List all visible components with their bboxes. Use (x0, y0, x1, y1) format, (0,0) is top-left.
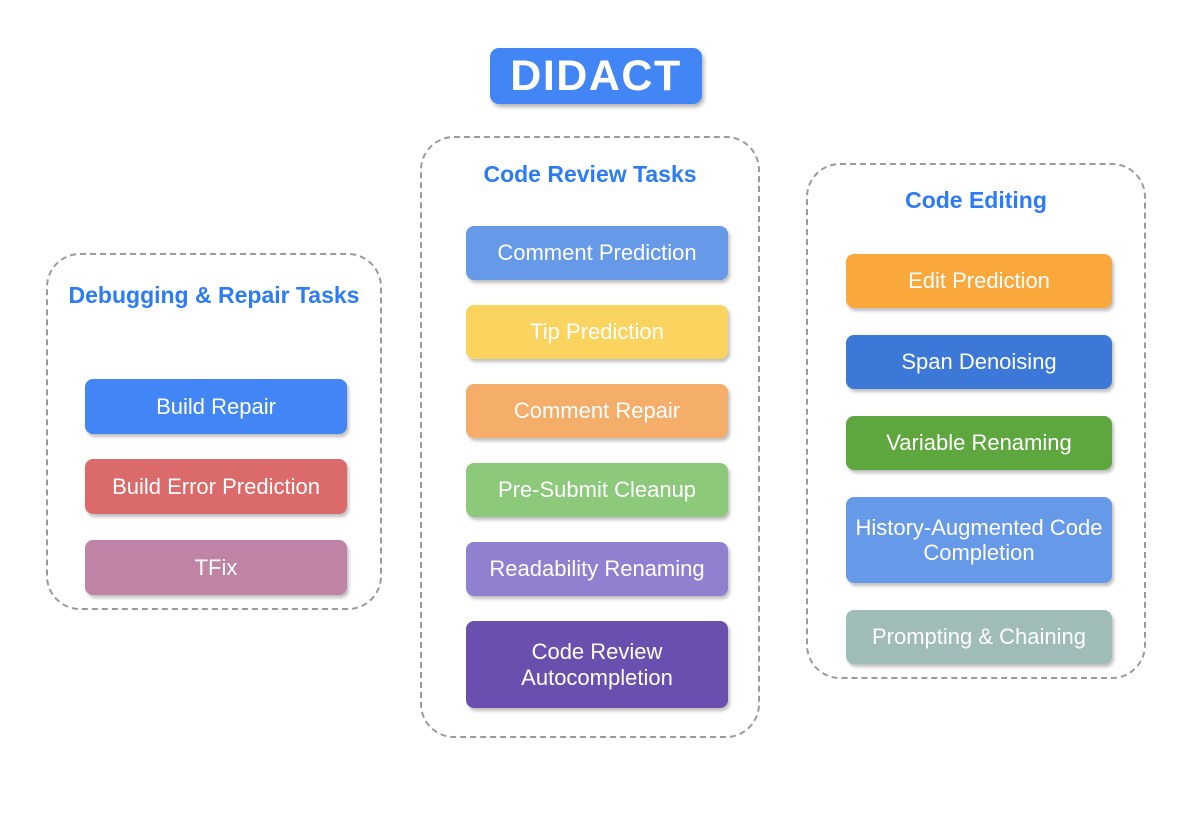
task-pill-label: Pre-Submit Cleanup (497, 477, 697, 503)
task-pill-label: Edit Prediction (908, 268, 1050, 294)
group-title-code-editing: Code Editing (905, 187, 1047, 213)
group-title-code-review: Code Review Tasks (483, 161, 697, 187)
group-code-review-tasks: Code Review Tasks Comment Prediction Tip… (420, 136, 760, 738)
task-pill-pre-submit-cleanup[interactable]: Pre-Submit Cleanup (466, 463, 728, 517)
task-pill-label: History-Augmented Code Completion (855, 514, 1103, 565)
task-pill-label: Comment Repair (513, 398, 681, 424)
task-pill-comment-prediction[interactable]: Comment Prediction (466, 226, 728, 280)
task-pill-tip-prediction[interactable]: Tip Prediction (466, 305, 728, 359)
task-pill-build-repair[interactable]: Build Repair (85, 379, 347, 434)
task-pill-tfix[interactable]: TFix (85, 540, 347, 595)
task-pill-code-review-autocompletion[interactable]: Code Review Autocompletion (466, 621, 728, 708)
task-pill-variable-renaming[interactable]: Variable Renaming (846, 416, 1112, 470)
task-pill-label: Build Repair (156, 393, 276, 419)
task-pill-label: Comment Prediction (497, 240, 697, 266)
task-pill-label: Tip Prediction (530, 319, 664, 345)
task-pill-label: Build Error Prediction (112, 473, 320, 499)
task-pill-label: Span Denoising (901, 349, 1057, 375)
task-pill-span-denoising[interactable]: Span Denoising (846, 335, 1112, 389)
task-pill-label: Prompting & Chaining (871, 624, 1086, 650)
task-pill-label: Variable Renaming (886, 430, 1072, 456)
task-pill-edit-prediction[interactable]: Edit Prediction (846, 254, 1112, 308)
group-code-editing: Code Editing Edit Prediction Span Denois… (806, 163, 1146, 679)
task-pill-build-error-prediction[interactable]: Build Error Prediction (85, 459, 347, 514)
task-pill-comment-repair[interactable]: Comment Repair (466, 384, 728, 438)
task-pill-readability-renaming[interactable]: Readability Renaming (466, 542, 728, 596)
task-pill-label: Readability Renaming (489, 556, 705, 582)
task-pill-prompting-chaining[interactable]: Prompting & Chaining (846, 610, 1112, 664)
page-title: DIDACT (510, 51, 682, 100)
task-pill-label: TFix (194, 554, 238, 580)
group-title-debugging: Debugging & Repair Tasks (68, 282, 360, 308)
didact-title-badge: DIDACT (490, 48, 702, 104)
group-debugging-repair-tasks: Debugging & Repair Tasks Build Repair Bu… (46, 253, 382, 610)
task-pill-label: Code Review Autocompletion (521, 639, 673, 690)
task-pill-history-augmented-code-completion[interactable]: History-Augmented Code Completion (846, 497, 1112, 583)
